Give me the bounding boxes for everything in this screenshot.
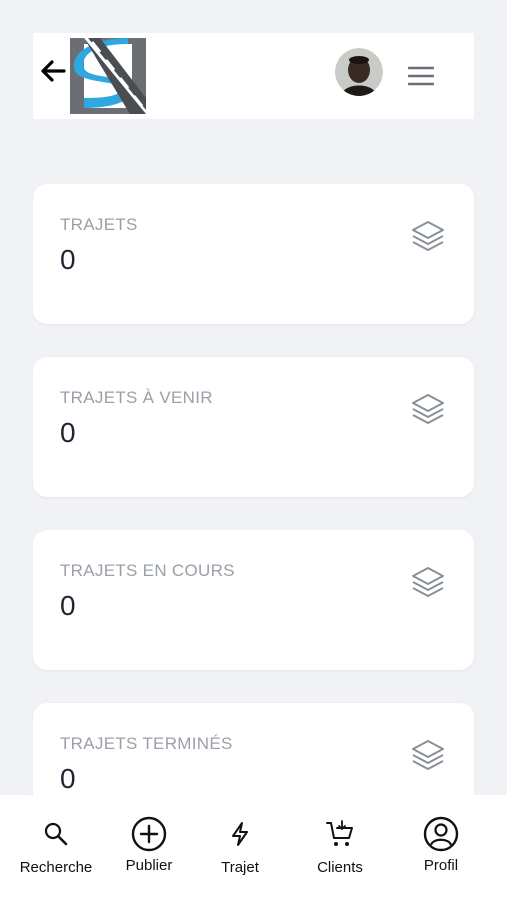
layers-icon [412, 740, 444, 770]
nav-label: Publier [125, 857, 173, 874]
arrow-left-icon [41, 60, 66, 82]
card-title: TRAJETS TERMINÉS [60, 734, 233, 753]
cart-icon [326, 820, 353, 846]
card-trajets[interactable]: TRAJETS 0 [33, 184, 474, 324]
top-header [33, 33, 474, 119]
card-trajets-a-venir[interactable]: TRAJETS À VENIR 0 [33, 357, 474, 497]
nav-trajet[interactable]: Trajet [190, 815, 290, 885]
app-logo [70, 38, 146, 114]
card-title: TRAJETS À VENIR [60, 388, 213, 407]
nav-recherche[interactable]: Recherche [6, 815, 106, 885]
card-title: TRAJETS EN COURS [60, 561, 235, 580]
nav-clients[interactable]: Clients [290, 815, 390, 885]
nav-label: Clients [317, 859, 363, 876]
layers-icon [412, 567, 444, 597]
card-value: 0 [60, 417, 76, 448]
search-icon [44, 822, 68, 846]
nav-label: Profil [423, 857, 459, 874]
layers-icon [412, 221, 444, 251]
card-value: 0 [60, 590, 76, 621]
card-trajets-en-cours[interactable]: TRAJETS EN COURS 0 [33, 530, 474, 670]
nav-label: Trajet [221, 859, 259, 876]
nav-label: Recherche [19, 859, 93, 876]
lightning-icon [232, 822, 248, 846]
card-value: 0 [60, 763, 76, 794]
hamburger-menu-icon [408, 66, 434, 86]
card-title: TRAJETS [60, 215, 138, 234]
bottom-navigation: Recherche Publier Trajet Clients Profil [0, 795, 507, 900]
plus-circle-icon [131, 816, 167, 852]
avatar-image [335, 48, 383, 96]
layers-icon [412, 394, 444, 424]
user-circle-icon [423, 816, 459, 852]
nav-publier[interactable]: Publier [99, 815, 199, 885]
card-value: 0 [60, 244, 76, 275]
nav-profil[interactable]: Profil [391, 815, 491, 885]
menu-button[interactable] [407, 65, 435, 87]
user-avatar[interactable] [335, 48, 383, 96]
back-button[interactable] [39, 57, 67, 85]
dashboard-page: TRAJETS 0 TRAJETS À VENIR 0 TRAJETS EN C… [0, 0, 507, 900]
